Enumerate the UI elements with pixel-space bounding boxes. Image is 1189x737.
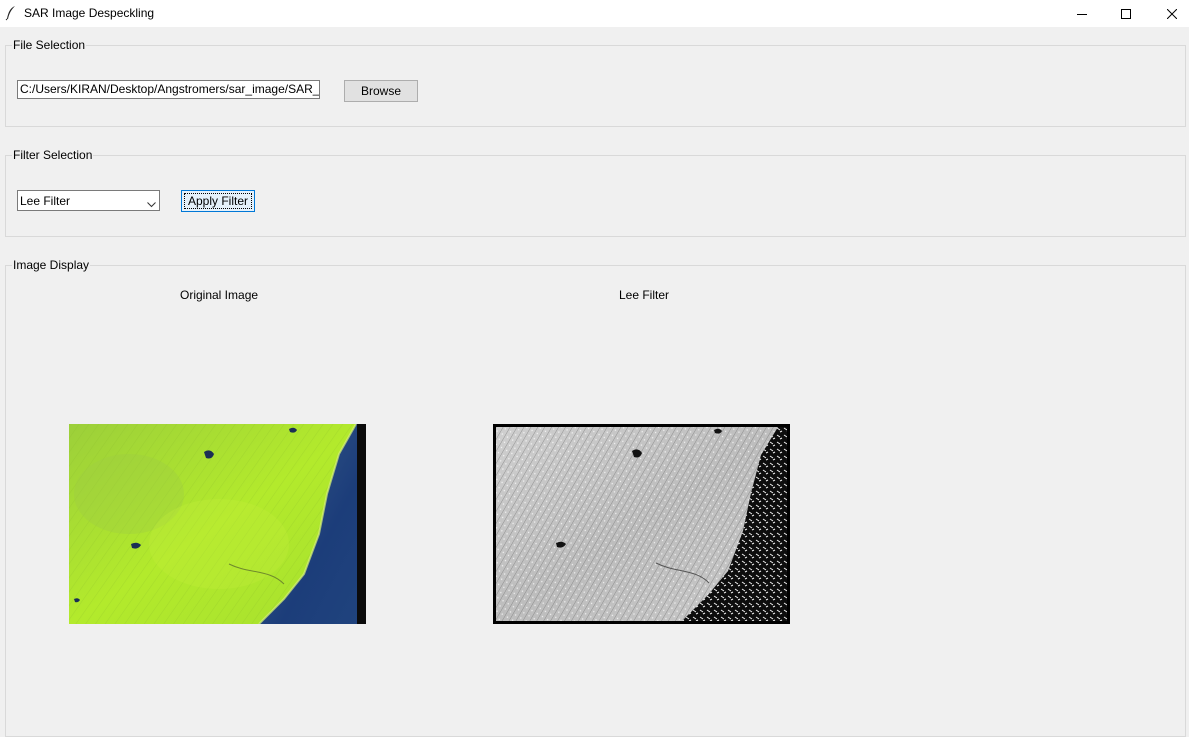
title-bar: SAR Image Despeckling: [0, 0, 1189, 27]
image-display-legend: Image Display: [12, 258, 91, 272]
file-selection-legend: File Selection: [12, 38, 87, 52]
original-image-caption: Original Image: [180, 288, 259, 302]
filter-selection-legend: Filter Selection: [12, 148, 94, 162]
filter-select[interactable]: Lee Filter: [17, 190, 160, 211]
feather-icon: [5, 5, 17, 21]
original-image: [69, 424, 366, 624]
window-title: SAR Image Despeckling: [24, 6, 155, 20]
filtered-image: [493, 424, 790, 624]
filter-select-value: Lee Filter: [20, 194, 71, 208]
maximize-button[interactable]: [1103, 0, 1149, 27]
close-icon: [1167, 8, 1177, 19]
minimize-icon: [1077, 13, 1087, 15]
apply-filter-button[interactable]: Apply Filter: [181, 190, 255, 212]
close-button[interactable]: [1149, 0, 1189, 27]
browse-button[interactable]: Browse: [344, 80, 418, 102]
maximize-icon: [1121, 8, 1131, 19]
focus-ring: [184, 193, 252, 209]
filtered-image-caption: Lee Filter: [619, 288, 670, 302]
file-path-input[interactable]: C:/Users/KIRAN/Desktop/Angstromers/sar_i…: [17, 80, 320, 99]
minimize-button[interactable]: [1059, 0, 1105, 27]
chevron-down-icon: [147, 197, 156, 211]
browse-button-label: Browse: [360, 84, 401, 98]
